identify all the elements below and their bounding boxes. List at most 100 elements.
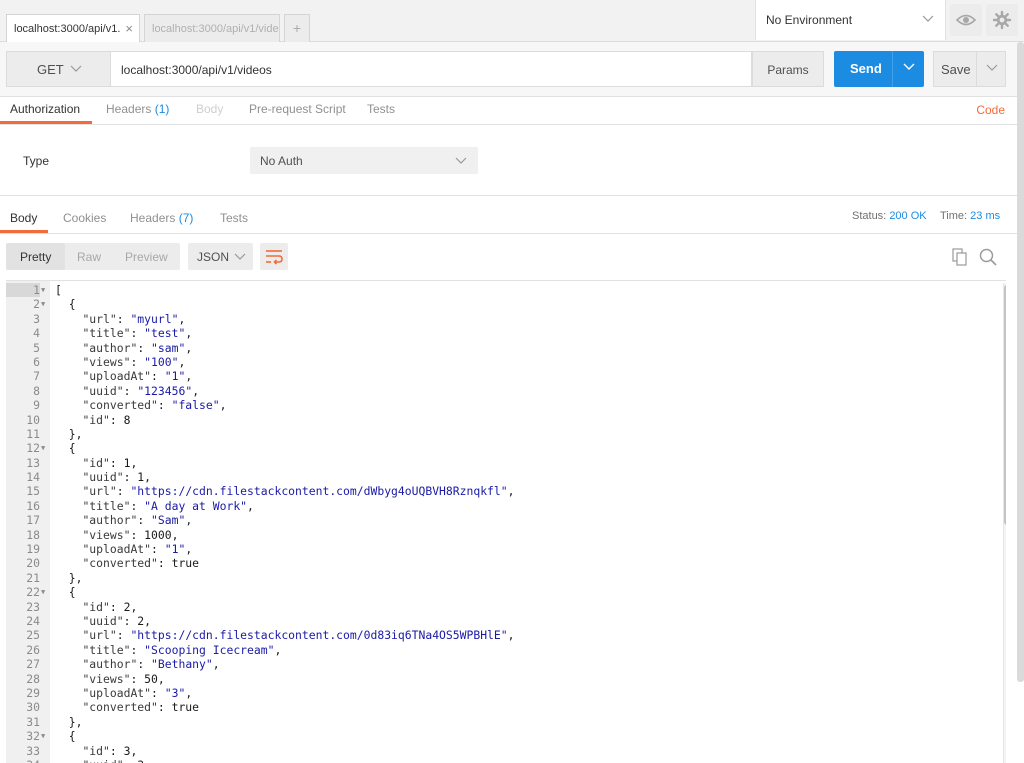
code-text: [ (55, 283, 62, 297)
code-line: 10 "id": 8 (6, 413, 996, 427)
line-number: 24 (6, 614, 40, 628)
auth-type-select[interactable]: No Auth (250, 147, 478, 174)
code-text: "uuid": "123456", (55, 384, 199, 398)
line-number: 3 (6, 312, 40, 326)
code-lines: 1▼[2▼ {3 "url": "myurl",4 "title": "test… (6, 283, 996, 763)
code-line: 17 "author": "Sam", (6, 513, 996, 527)
generate-code-link[interactable]: Code (976, 103, 1005, 117)
response-tabs: Body Cookies Headers (7) Tests Status: 2… (0, 197, 1024, 234)
code-text: "author": "Sam", (55, 513, 192, 527)
line-number: 28 (6, 672, 40, 686)
chevron-down-icon (69, 61, 83, 75)
tab-pre-request-script[interactable]: Pre-request Script (249, 102, 346, 116)
fold-toggle-icon[interactable]: ▼ (41, 585, 45, 599)
code-text: }, (55, 715, 82, 729)
code-text: "converted": "false", (55, 398, 226, 412)
line-number: 17 (6, 513, 40, 527)
line-number: 27 (6, 657, 40, 671)
code-text: "uuid": 2, (55, 614, 151, 628)
send-label: Send (850, 61, 882, 76)
code-line: 5 "author": "sam", (6, 341, 996, 355)
chevron-down-icon[interactable] (985, 60, 999, 74)
status-value: 200 OK (889, 210, 926, 222)
divider (892, 51, 893, 87)
code-text: }, (55, 427, 82, 441)
save-label: Save (941, 62, 971, 77)
tab-authorization[interactable]: Authorization (10, 102, 80, 116)
view-raw-button[interactable]: Raw (77, 250, 101, 264)
active-tab-indicator (0, 121, 92, 124)
environment-quick-look-button[interactable] (950, 4, 982, 36)
code-text: "url": "https://cdn.filestackcontent.com… (55, 484, 515, 498)
search-icon[interactable] (978, 247, 998, 267)
line-number: 7 (6, 369, 40, 383)
tab-tests[interactable]: Tests (367, 102, 395, 116)
tab-body[interactable]: Body (196, 102, 223, 116)
headers-count: (1) (155, 102, 170, 116)
copy-icon[interactable] (951, 248, 969, 266)
manage-environments-button[interactable] (986, 4, 1018, 36)
line-number: 6 (6, 355, 40, 369)
tab-headers[interactable]: Headers (1) (106, 102, 169, 116)
code-text: { (55, 441, 76, 455)
code-text: "author": "Bethany", (55, 657, 220, 671)
code-text: { (55, 729, 76, 743)
format-value: JSON (197, 250, 229, 264)
authorization-panel: Type No Auth (0, 125, 1024, 196)
fold-toggle-icon[interactable]: ▼ (41, 297, 45, 311)
wrap-lines-button[interactable] (260, 243, 288, 270)
view-preview-button[interactable]: Preview (125, 250, 168, 264)
request-tab[interactable]: localhost:3000/api/v1. × (6, 14, 140, 43)
tab-response-headers[interactable]: Headers (7) (130, 211, 193, 225)
code-text: "id": 8 (55, 413, 130, 427)
line-number: 16 (6, 499, 40, 513)
line-number: 5 (6, 341, 40, 355)
code-line: 12▼ { (6, 441, 996, 455)
page-scrollbar[interactable] (1017, 42, 1024, 682)
code-text: }, (55, 571, 82, 585)
code-text: "views": 50, (55, 672, 165, 686)
editor-scrollbar-thumb[interactable] (1004, 285, 1006, 525)
save-button[interactable]: Save (933, 51, 1006, 87)
line-number: 21 (6, 571, 40, 585)
url-input[interactable]: localhost:3000/api/v1/videos (110, 51, 752, 87)
line-number: 1 (6, 283, 40, 297)
line-number: 11 (6, 427, 40, 441)
line-number: 34 (6, 758, 40, 763)
code-text: "id": 1, (55, 456, 137, 470)
tab-response-tests[interactable]: Tests (220, 211, 248, 225)
code-text: "uuid": 1, (55, 470, 151, 484)
method-label: GET (37, 62, 64, 77)
fold-toggle-icon[interactable]: ▼ (41, 441, 45, 455)
tab-response-body[interactable]: Body (10, 211, 37, 225)
line-number: 8 (6, 384, 40, 398)
send-button[interactable]: Send (834, 51, 924, 87)
code-text: "url": "https://cdn.filestackcontent.com… (55, 628, 515, 642)
active-tab-indicator (0, 230, 48, 233)
close-tab-icon[interactable]: × (125, 21, 133, 36)
code-line: 18 "views": 1000, (6, 528, 996, 542)
code-text: "converted": true (55, 556, 199, 570)
request-tab-label: localhost:3000/api/v1. (14, 23, 120, 35)
add-tab-button[interactable]: + (284, 14, 310, 42)
fold-toggle-icon[interactable]: ▼ (41, 729, 45, 743)
eye-icon (950, 4, 982, 36)
tab-headers-label: Headers (106, 102, 151, 116)
chevron-down-icon[interactable] (902, 59, 916, 73)
line-number: 2 (6, 297, 40, 311)
code-line: 13 "id": 1, (6, 456, 996, 470)
line-number: 14 (6, 470, 40, 484)
line-number: 20 (6, 556, 40, 570)
request-tab[interactable]: localhost:3000/api/v1/video (144, 14, 280, 42)
response-body-editor[interactable]: 1▼[2▼ {3 "url": "myurl",4 "title": "test… (6, 280, 1006, 763)
view-pretty-button[interactable]: Pretty (20, 250, 51, 264)
method-select[interactable]: GET (6, 51, 110, 87)
code-text: { (55, 585, 76, 599)
format-select[interactable]: JSON (188, 243, 253, 270)
code-line: 32▼ { (6, 729, 996, 743)
params-button[interactable]: Params (752, 51, 824, 87)
tab-cookies[interactable]: Cookies (63, 211, 106, 225)
code-line: 11 }, (6, 427, 996, 441)
fold-toggle-icon[interactable]: ▼ (41, 283, 45, 297)
environment-select[interactable]: No Environment (755, 0, 946, 40)
